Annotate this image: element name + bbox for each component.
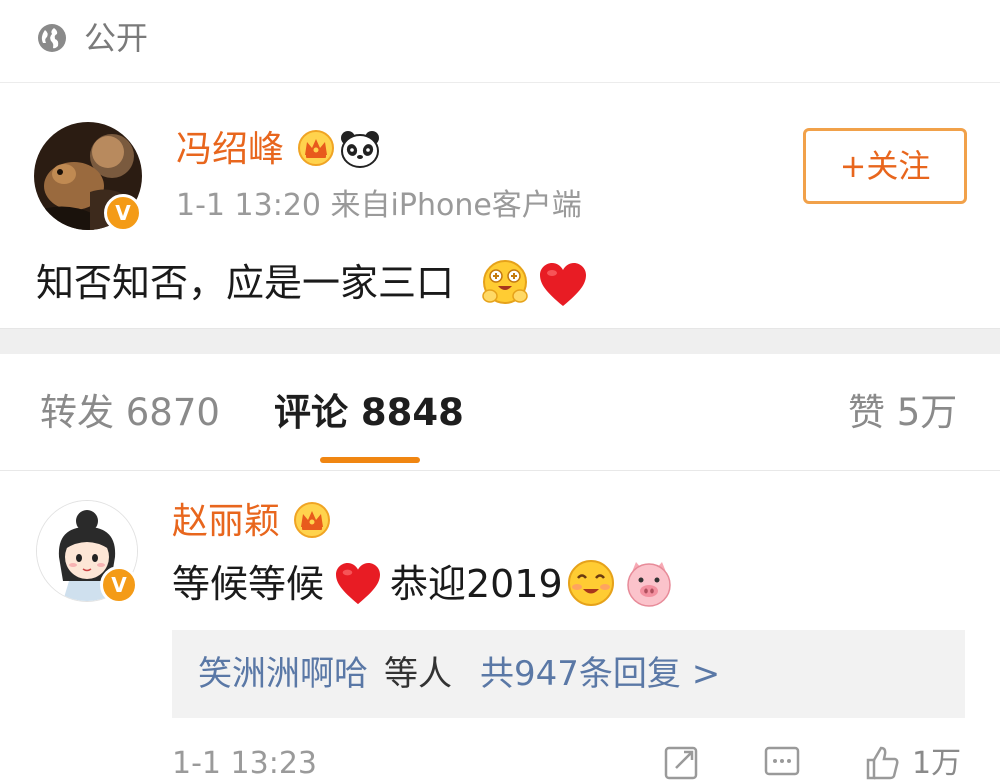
heart-emoji-icon [336,562,380,605]
active-tab-indicator [320,457,420,463]
like-count: 1万 [912,746,962,781]
verified-badge: V [104,194,142,232]
pig-emoji-icon [627,562,671,607]
comment-text-part2: 恭迎2019 [390,562,563,606]
tab-repost[interactable]: 转发 6870 [40,390,220,436]
hug-emoji-icon [482,260,528,304]
visibility-label: 公开 [84,19,149,57]
commenter-name[interactable]: 赵丽颖 [172,500,280,544]
shy-smile-emoji-icon [568,560,614,606]
comment-icon[interactable] [762,742,802,782]
reply-count-link[interactable]: 共947条回复 > [480,652,720,696]
comment-text-part1: 等候等候 [172,562,325,606]
author-name[interactable]: 冯绍峰 [176,128,284,172]
reply-users-link[interactable]: 笑洲洲啊哈 [198,652,368,696]
heart-emoji-icon [540,263,586,306]
post-text: 知否知否，应是一家三口 [36,261,455,305]
reply-users-suffix: 等人 [384,654,452,694]
visibility-bar [0,0,1000,83]
crown-icon [294,502,330,538]
verified-badge: V [100,566,138,604]
globe-icon [38,24,66,52]
section-divider [0,328,1000,355]
crown-icon [298,130,334,166]
forward-icon[interactable] [662,742,702,782]
thumbs-up-icon[interactable] [862,742,902,782]
tab-comments[interactable]: 评论 8848 [274,390,464,436]
follow-button[interactable]: +关注 [803,128,967,204]
comment-time: 1-1 13:23 [172,746,317,781]
panda-icon [341,131,379,168]
post-time-source: 1-1 13:20 来自iPhone客户端 [176,188,582,223]
tab-likes[interactable]: 赞 5万 [848,390,957,436]
